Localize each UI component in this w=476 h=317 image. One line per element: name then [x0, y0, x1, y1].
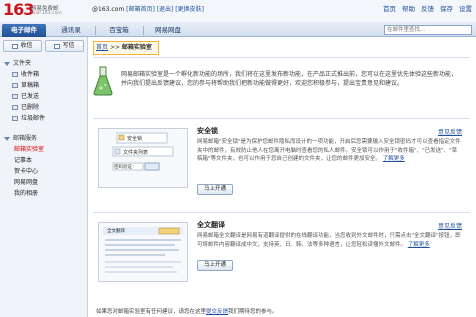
breadcrumb-home[interactable]: 首页: [96, 44, 108, 51]
services-header[interactable]: 邮箱服务: [0, 134, 87, 144]
footer-text: 如果您对邮箱实验室有任何建议，请您在这里: [96, 309, 207, 315]
divider: [93, 212, 470, 213]
thumb-caption-title: 全文翻译: [107, 229, 125, 234]
folder-icon: [12, 72, 18, 77]
thumb-caption-folder: 文件夹列表: [123, 150, 149, 156]
divider: [93, 57, 470, 58]
folder-drafts[interactable]: 草稿箱: [0, 80, 87, 91]
top-links: 首页 帮助 反馈 保存 设置: [383, 3, 472, 13]
folder-inbox[interactable]: 收件箱: [0, 69, 87, 80]
collapse-icon: [4, 62, 10, 66]
feature-title: 全文翻译: [197, 221, 225, 229]
receive-button[interactable]: 收信: [3, 40, 42, 52]
folder-sent[interactable]: 已发送: [0, 91, 87, 102]
feature-description: 网易邮箱全文翻译是网易有道翻译提供的在线翻译功能，当您收到外文邮件时，只需点击"…: [197, 232, 462, 249]
tab-toolbox[interactable]: 百宝箱: [100, 24, 138, 37]
flask-icon: [93, 66, 113, 96]
folder-label: 已发送: [21, 93, 40, 100]
folder-label: 收件箱: [21, 71, 40, 78]
inbox-icon: [12, 43, 19, 49]
folder-label: 草稿箱: [21, 82, 40, 89]
lab-intro: 网易邮箱实验室是一个孵化新功能的场所，我们将在这里发布新功能，在产品正式推出前，…: [93, 60, 470, 110]
feature-security-lock: 安全锁 文件夹列表 密码验证： 安全锁 意见反馈 网易邮箱"安全锁"是为保护您邮…: [93, 118, 470, 210]
breadcrumb-separator: >>: [109, 44, 120, 51]
thumb-caption-title: 安全锁: [127, 136, 143, 142]
footer-feedback-link[interactable]: 提交反馈: [206, 309, 228, 315]
breadcrumb: 首页 >> 邮箱实验室: [93, 41, 159, 55]
feature-translation: 全文翻译 全文翻译 意见反馈 网易邮箱全文翻译是网易有道翻译提供的在线翻译功能，…: [93, 212, 470, 302]
mail-actions: 收信 写信: [0, 37, 87, 55]
footer-text-end: 我们期待您的参与。: [228, 309, 278, 315]
tab-contacts[interactable]: 通讯录: [52, 24, 90, 37]
tab-divider: [95, 26, 96, 35]
top-link-home[interactable]: 首页: [383, 3, 396, 13]
learn-more-link[interactable]: 了解更多: [383, 156, 405, 162]
sidebar-item-notepad[interactable]: 记事本: [0, 155, 87, 166]
folder-icon: [12, 83, 18, 88]
folder-icon: [12, 94, 18, 99]
footer-note: 如果您对邮箱实验室有任何建议，请您在这里提交反馈我们期待您的参与。: [96, 307, 278, 315]
top-header: 163 网易免费邮 mail.163.com @163.com [邮箱首页] […: [0, 0, 476, 22]
search-input[interactable]: [384, 25, 472, 35]
compose-button[interactable]: 写信: [45, 40, 84, 52]
feature-description: 网易邮箱"安全锁"是为保护您邮件隐私而设计的一项功能，开启后您需要输入安全锁密码…: [197, 138, 462, 164]
sidebar-item-cards[interactable]: 贺卡中心: [0, 166, 87, 177]
top-link-save[interactable]: 保存: [440, 3, 453, 13]
sidebar-item-netdisk[interactable]: 网易网盘: [0, 177, 87, 188]
feature-description-text: 网易邮箱"安全锁"是为保护您邮件隐私而设计的一项功能，开启后您需要输入安全锁密码…: [197, 139, 461, 162]
top-link-settings[interactable]: 设置: [459, 3, 472, 13]
logo-domain: mail.163.com: [31, 11, 62, 16]
feedback-link[interactable]: 意见反馈: [438, 127, 462, 136]
folders-header-label: 文件夹: [13, 60, 32, 67]
intro-text: 网易邮箱实验室是一个孵化新功能的场所，我们将在这里发布新功能，在产品正式推出前，…: [121, 71, 458, 87]
logo-number: 163: [3, 0, 34, 19]
security-lock-thumbnail: 安全锁 文件夹列表 密码验证：: [98, 128, 188, 188]
feedback-link[interactable]: 意见反馈: [438, 221, 462, 230]
compose-label: 写信: [62, 42, 75, 49]
folder-label: 已删除: [21, 104, 40, 111]
sidebar: 收信 写信 文件夹 收件箱 草稿箱 已发送 已删除 垃圾邮件 邮箱服务 邮箱实验…: [0, 37, 88, 317]
learn-more-link[interactable]: 了解更多: [408, 242, 430, 248]
tab-email[interactable]: 电子邮件: [2, 24, 46, 37]
sidebar-item-lab[interactable]: 邮箱实验室: [0, 144, 87, 155]
folder-deleted[interactable]: 已删除: [0, 102, 87, 113]
enable-security-lock-button[interactable]: 马上开通: [197, 184, 233, 195]
logo[interactable]: 163 网易免费邮 mail.163.com: [3, 0, 62, 19]
tab-netdisk[interactable]: 网易网盘: [148, 24, 188, 37]
folders-header[interactable]: 文件夹: [0, 59, 87, 69]
tab-divider: [143, 26, 144, 35]
folder-icon: [12, 105, 18, 110]
compose-icon: [54, 43, 61, 49]
folder-label: 垃圾邮件: [21, 115, 46, 122]
top-link-feedback[interactable]: 反馈: [421, 3, 434, 13]
account-bar: @163.com [邮箱首页] [退出] [更换皮肤]: [92, 4, 204, 13]
top-link-help[interactable]: 帮助: [402, 3, 415, 13]
breadcrumb-current: 邮箱实验室: [121, 44, 152, 51]
enable-translation-button[interactable]: 马上开通: [197, 260, 233, 271]
translation-thumbnail: 全文翻译: [98, 222, 188, 282]
account-name: @163.com: [92, 6, 125, 13]
account-links[interactable]: [邮箱首页] [退出] [更换皮肤]: [126, 6, 204, 13]
thumb-caption-field: 密码验证：: [114, 165, 137, 170]
tab-bar: 电子邮件 通讯录 百宝箱 网易网盘: [0, 22, 476, 37]
security-lock-preview: [99, 129, 187, 187]
feature-title: 安全锁: [197, 127, 218, 135]
folder-spam[interactable]: 垃圾邮件: [0, 113, 87, 124]
services-header-label: 邮箱服务: [13, 135, 38, 142]
sidebar-item-album[interactable]: 我的相册: [0, 188, 87, 199]
collapse-icon: [4, 137, 10, 141]
folder-icon: [12, 116, 18, 121]
divider: [93, 118, 470, 119]
receive-label: 收信: [20, 42, 33, 49]
